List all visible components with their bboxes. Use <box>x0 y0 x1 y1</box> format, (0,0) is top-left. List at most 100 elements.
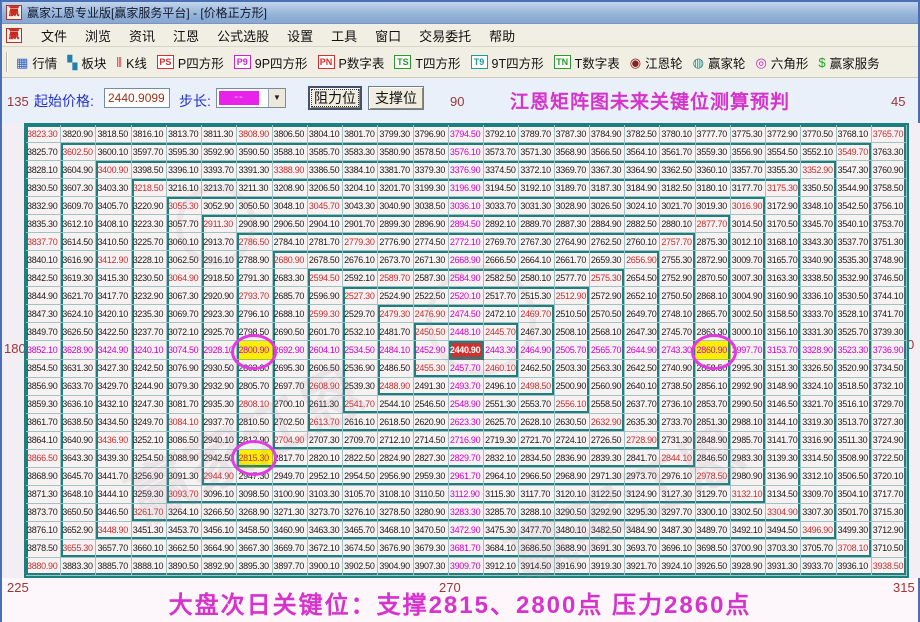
grid-cell[interactable]: 3115.30 <box>484 485 520 504</box>
grid-cell[interactable]: 2702.50 <box>272 413 308 432</box>
grid-cell[interactable]: 2755.30 <box>660 251 696 270</box>
grid-cell[interactable]: 3770.50 <box>801 125 837 144</box>
grid-cell[interactable]: 2884.90 <box>589 215 626 234</box>
grid-cell[interactable]: 3559.30 <box>695 143 731 162</box>
grid-cell[interactable]: 3679.30 <box>413 539 449 558</box>
grid-cell[interactable]: 2952.10 <box>307 467 344 486</box>
grid-cell[interactable]: 3657.70 <box>96 539 132 558</box>
grid-cell[interactable]: 3386.50 <box>307 161 344 180</box>
grid-cell[interactable]: 3602.50 <box>61 143 97 162</box>
grid-cell[interactable]: 3348.10 <box>801 197 837 216</box>
menu-item-1[interactable]: 浏览 <box>76 24 120 47</box>
grid-cell[interactable]: 3194.50 <box>484 179 520 198</box>
grid-cell[interactable]: 3372.10 <box>519 161 555 180</box>
grid-cell[interactable]: 3460.90 <box>272 521 308 540</box>
grid-cell[interactable]: 3878.50 <box>26 539 62 558</box>
grid-cell[interactable]: 3336.10 <box>801 287 837 306</box>
grid-cell[interactable]: 3748.90 <box>871 251 907 270</box>
grid-cell[interactable]: 2868.10 <box>695 287 731 306</box>
grid-cell[interactable]: 3808.90 <box>237 125 273 144</box>
grid-cell[interactable]: 3676.90 <box>378 539 414 558</box>
grid-cell[interactable]: 2520.10 <box>448 287 485 306</box>
grid-cell[interactable]: 3300.10 <box>695 503 731 522</box>
grid-cell[interactable]: 3921.70 <box>625 557 661 576</box>
menu-item-2[interactable]: 资讯 <box>120 24 164 47</box>
grid-cell[interactable]: 2748.10 <box>660 305 696 324</box>
grid-cell[interactable]: 3712.90 <box>871 521 907 540</box>
grid-cell[interactable]: 3876.10 <box>26 521 62 540</box>
grid-cell[interactable]: 2978.50 <box>695 467 731 486</box>
grid-cell[interactable]: 2486.50 <box>378 359 414 378</box>
grid-cell[interactable]: 2469.70 <box>519 305 555 324</box>
grid-cell[interactable]: 2582.50 <box>484 269 520 288</box>
grid-cell[interactable]: 2685.70 <box>272 287 308 306</box>
grid-cell[interactable]: 3434.50 <box>96 413 132 432</box>
menu-item-5[interactable]: 设置 <box>278 24 322 47</box>
grid-cell[interactable]: 3064.90 <box>166 269 203 288</box>
grid-cell[interactable]: 2592.10 <box>343 269 379 288</box>
grid-cell[interactable]: 3247.30 <box>131 395 167 414</box>
grid-cell[interactable]: 3237.70 <box>131 323 167 342</box>
grid-cell[interactable]: 2604.10 <box>307 341 344 360</box>
grid-cell[interactable]: 2863.30 <box>695 323 731 342</box>
grid-cell[interactable]: 2529.70 <box>343 305 379 324</box>
grid-cell[interactable]: 3650.50 <box>61 503 97 522</box>
grid-cell[interactable]: 3228.10 <box>131 251 167 270</box>
grid-cell[interactable]: 2796.10 <box>237 305 273 324</box>
grid-cell[interactable]: 2661.70 <box>554 251 590 270</box>
grid-cell[interactable]: 2505.70 <box>554 341 590 360</box>
grid-cell[interactable]: 3177.70 <box>730 179 767 198</box>
grid-cell[interactable]: 3780.10 <box>660 125 696 144</box>
grid-cell[interactable]: 3144.10 <box>766 413 802 432</box>
grid-cell[interactable]: 2894.50 <box>448 215 485 234</box>
grid-cell[interactable]: 2803.30 <box>237 359 273 378</box>
grid-cell[interactable]: 3124.90 <box>625 485 661 504</box>
grid-cell[interactable]: 3276.10 <box>343 503 379 522</box>
grid-cell[interactable]: 3871.30 <box>26 485 62 504</box>
grid-cell[interactable]: 3170.50 <box>766 215 802 234</box>
grid-cell[interactable]: 2990.50 <box>730 395 767 414</box>
grid-cell[interactable]: 3012.10 <box>730 233 767 252</box>
grid-cell[interactable]: 2606.50 <box>307 359 344 378</box>
grid-cell[interactable]: 3907.30 <box>413 557 449 576</box>
grid-cell[interactable]: 3597.70 <box>131 143 167 162</box>
grid-cell[interactable]: 3148.90 <box>766 377 802 396</box>
grid-cell[interactable]: 3547.30 <box>836 161 872 180</box>
grid-cell[interactable]: 3400.90 <box>96 161 132 180</box>
grid-cell[interactable]: 3825.70 <box>26 143 62 162</box>
grid-cell[interactable]: 3885.70 <box>96 557 132 576</box>
grid-cell[interactable]: 2932.90 <box>202 377 238 396</box>
grid-cell[interactable]: 2690.50 <box>272 323 308 342</box>
grid-cell[interactable]: 2558.50 <box>589 395 626 414</box>
grid-cell[interactable]: 2856.10 <box>695 377 731 396</box>
grid-cell[interactable]: 3192.10 <box>519 179 555 198</box>
grid-cell[interactable]: 2515.30 <box>519 287 555 306</box>
grid-cell[interactable]: 2666.50 <box>484 251 520 270</box>
grid-cell[interactable]: 2872.90 <box>695 251 731 270</box>
grid-cell[interactable]: 2656.90 <box>625 251 661 270</box>
grid-cell[interactable]: 2707.30 <box>307 431 344 450</box>
grid-cell[interactable]: 3926.50 <box>695 557 731 576</box>
grid-cell[interactable]: 3424.90 <box>96 341 132 360</box>
grid-cell[interactable]: 3360.10 <box>695 161 731 180</box>
grid-cell[interactable]: 3158.50 <box>766 305 802 324</box>
grid-cell[interactable]: 2697.70 <box>272 377 308 396</box>
menu-item-9[interactable]: 帮助 <box>480 24 524 47</box>
grid-cell[interactable]: 2774.50 <box>413 233 449 252</box>
grid-cell[interactable]: 2817.70 <box>272 449 308 468</box>
grid-cell[interactable]: 3595.30 <box>166 143 203 162</box>
grid-cell[interactable]: 3319.30 <box>801 413 837 432</box>
grid-cell[interactable]: 3151.30 <box>766 359 802 378</box>
grid-cell[interactable]: 2786.50 <box>237 233 273 252</box>
grid-cell[interactable]: 3868.90 <box>26 467 62 486</box>
grid-cell[interactable]: 3840.10 <box>26 251 62 270</box>
grid-cell[interactable]: 3055.30 <box>166 197 203 216</box>
grid-cell[interactable]: 3232.90 <box>131 287 167 306</box>
grid-cell[interactable]: 2752.90 <box>660 269 696 288</box>
grid-cell[interactable]: 3472.90 <box>448 521 485 540</box>
menu-item-8[interactable]: 交易委托 <box>410 24 480 47</box>
grid-cell[interactable]: 3007.30 <box>730 269 767 288</box>
grid-cell[interactable]: 3573.70 <box>484 143 520 162</box>
grid-cell[interactable]: 2628.10 <box>519 413 555 432</box>
grid-cell[interactable]: 3112.90 <box>448 485 485 504</box>
